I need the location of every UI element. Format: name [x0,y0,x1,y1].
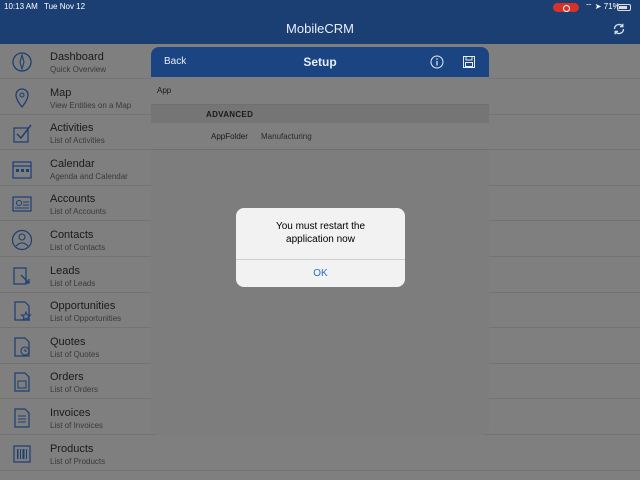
lead-icon [13,266,30,285]
battery-percentage: ⌔ ➤ 71% [585,2,620,11]
sidebar-item-subtitle: Agenda and Calendar [50,171,128,181]
sidebar-item-title: Leads [50,264,80,277]
sidebar-item-title: Map [50,86,72,99]
quote-icon [14,337,30,357]
checklist-icon [13,124,32,143]
status-date: Tue Nov 12 [44,2,86,11]
order-icon [14,372,30,392]
sidebar-item-subtitle: List of Leads [50,278,96,288]
person-icon [11,229,33,251]
status-time: 10:13 AM [4,2,38,11]
id-card-icon [12,196,32,212]
sidebar-item-title: Quotes [50,335,86,348]
sidebar-item-subtitle: List of Quotes [50,349,100,359]
sidebar-item-subtitle: List of Invoices [50,421,103,430]
sidebar-item-subtitle: List of Activities [50,136,105,146]
section-title: ADVANCED [206,110,254,119]
battery-icon [617,4,631,11]
alert-line-1: You must restart the [275,221,366,232]
alert-line-2: application now [286,234,355,245]
invoice-icon [14,408,30,428]
info-icon[interactable] [430,55,444,69]
app-title: MobileCRM [286,21,354,36]
sidebar-item-title: Contacts [50,229,94,241]
status-bar: 10:13 AM Tue Nov 12 ⌔ ➤ 71% [0,0,640,14]
sync-icon[interactable] [612,22,626,36]
sidebar-item-title: Invoices [50,407,91,419]
sidebar-item-subtitle: List of Orders [50,385,99,395]
ok-button[interactable]: OK [236,260,405,287]
app-row[interactable]: App [151,77,489,105]
app-folder-value[interactable]: Manufacturing [261,132,312,141]
calendar-icon [12,161,32,179]
star-document-icon [14,301,32,322]
wifi-icon: ⌔ [585,2,593,11]
app-label: App [157,86,172,95]
sidebar-item-title: Orders [50,371,84,384]
sidebar-item-subtitle: List of Opportunities [50,314,122,324]
sidebar-item-title: Opportunities [50,300,116,313]
barcode-icon [13,444,31,463]
sidebar-item-subtitle: Quick Overview [50,65,107,74]
setup-header: Back Setup [151,47,489,77]
restart-alert: You must restart the application now OK [236,208,405,287]
sidebar-item-subtitle: List of Accounts [50,207,107,217]
screen-recording-icon [553,3,579,12]
app-folder-label: AppFolder [211,132,248,141]
location-icon: ➤ [594,2,602,11]
section-header: ADVANCED [151,105,489,123]
sidebar-item-products[interactable]: Products List of Products [0,436,640,471]
sidebar-item-subtitle: List of Contacts [50,243,106,252]
app-navbar: MobileCRM [0,14,640,44]
sidebar-item-title: Activities [50,122,94,135]
sidebar-item-title: Dashboard [50,51,104,63]
sidebar-item-title: Products [50,442,94,455]
save-icon[interactable] [463,56,475,68]
sidebar-item-title: Calendar [50,157,95,170]
alert-message: You must restart the application now [236,220,405,246]
sidebar-item-subtitle: List of Products [50,456,106,466]
map-pin-icon [15,87,29,108]
sidebar-item-subtitle: View Entities on a Map [50,100,132,110]
compass-icon [12,52,32,72]
sidebar-item-title: Accounts [50,193,96,206]
app-folder-row[interactable]: AppFolder Manufacturing [151,123,489,150]
